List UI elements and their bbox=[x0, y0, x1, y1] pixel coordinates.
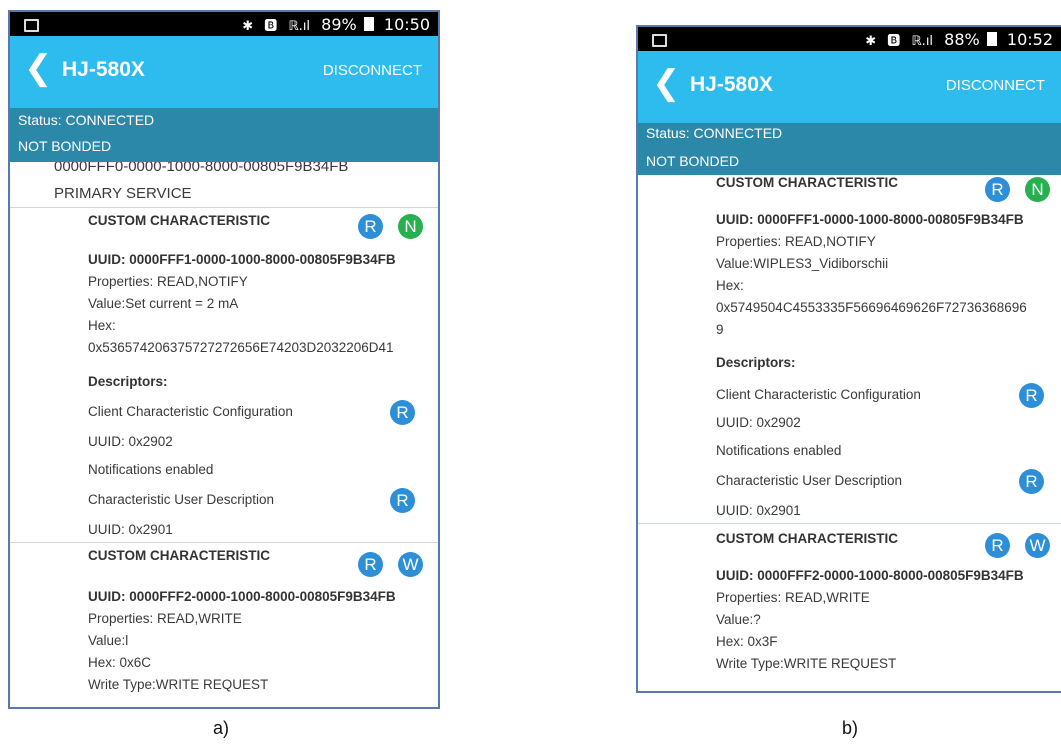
characteristic-uuid: UUID: 0000FFF2-0000-1000-8000-00805F9B34… bbox=[88, 589, 396, 604]
characteristic-value: Value:l bbox=[88, 633, 129, 648]
bluetooth-icon: ✱ bbox=[242, 19, 254, 34]
characteristic-uuid: UUID: 0000FFF1-0000-1000-8000-00805F9B34… bbox=[716, 212, 1024, 227]
bond-status: NOT BONDED bbox=[646, 153, 740, 169]
descriptor-uuid: UUID: 0x2901 bbox=[88, 522, 173, 537]
connection-status-box: Status: CONNECTED NOT BONDED bbox=[638, 123, 1061, 175]
characteristic-hex: 0x5749504C4553335F56696469626F7273636869… bbox=[716, 300, 1027, 315]
divider bbox=[10, 207, 438, 208]
services-list[interactable]: 0000FFF0-0000-1000-8000-00805F9B34FB PRI… bbox=[10, 162, 438, 707]
descriptor-uuid: UUID: 0x2901 bbox=[716, 503, 801, 518]
battery-icon bbox=[363, 17, 374, 31]
descriptor-note: Notifications enabled bbox=[716, 443, 842, 458]
characteristic-value: Value:WIPLES3_Vidiborschii bbox=[716, 256, 889, 271]
characteristic-value: Value:Set current = 2 mA bbox=[88, 296, 239, 311]
characteristic-hex: Hex: 0x3F bbox=[716, 634, 778, 649]
descriptor-uuid: UUID: 0x2902 bbox=[88, 434, 173, 449]
bluetooth-icon: ✱ bbox=[865, 34, 877, 49]
battery-icon bbox=[986, 32, 997, 46]
bond-status: NOT BONDED bbox=[18, 138, 112, 154]
app-bar: ❮ HJ-580X DISCONNECT bbox=[10, 36, 438, 108]
disconnect-button[interactable]: DISCONNECT bbox=[323, 62, 422, 79]
read-badge-icon[interactable]: R bbox=[390, 488, 415, 513]
characteristic-name: CUSTOM CHARACTERISTIC bbox=[88, 213, 270, 228]
read-badge-icon[interactable]: R bbox=[358, 214, 383, 239]
characteristic-uuid: UUID: 0000FFF1-0000-1000-8000-00805F9B34… bbox=[88, 252, 396, 267]
connection-status: Status: CONNECTED bbox=[646, 125, 783, 141]
descriptors-heading: Descriptors: bbox=[88, 374, 168, 389]
write-badge-icon[interactable]: W bbox=[1025, 533, 1050, 558]
characteristic-properties: Properties: READ,NOTIFY bbox=[88, 274, 248, 289]
connection-status-box: Status: CONNECTED NOT BONDED bbox=[10, 108, 438, 162]
device-title: HJ-580X bbox=[62, 58, 145, 81]
characteristic-properties: Properties: READ,WRITE bbox=[716, 590, 870, 605]
characteristic-name: CUSTOM CHARACTERISTIC bbox=[716, 175, 898, 190]
write-type: Write Type:WRITE REQUEST bbox=[716, 656, 897, 671]
services-list[interactable]: CUSTOM CHARACTERISTIC R N UUID: 0000FFF1… bbox=[638, 175, 1061, 691]
phone-panel-a: ✱ 🅱 ℝ.ıl 89% 10:50 ❮ HJ-580X DISCONNECT … bbox=[8, 10, 440, 709]
service-uuid: 0000FFF0-0000-1000-8000-00805F9B34FB bbox=[54, 162, 349, 175]
phone-panel-b: ✱ 🅱 ℝ.ıl 88% 10:52 ❮ HJ-580X DISCONNECT … bbox=[636, 25, 1061, 693]
descriptor-name: Client Characteristic Configuration bbox=[88, 404, 293, 419]
descriptor-name: Characteristic User Description bbox=[88, 492, 275, 507]
hex-label: Hex: bbox=[88, 318, 116, 333]
descriptor-name: Characteristic User Description bbox=[716, 473, 903, 488]
service-type: PRIMARY SERVICE bbox=[54, 185, 192, 202]
back-arrow-icon[interactable]: ❮ bbox=[24, 48, 53, 88]
clock: 10:50 bbox=[383, 15, 430, 34]
screenshot-notification-icon bbox=[24, 19, 39, 32]
connection-status: Status: CONNECTED bbox=[18, 112, 155, 128]
battery-percent: 89% bbox=[321, 15, 357, 34]
characteristic-properties: Properties: READ,WRITE bbox=[88, 611, 242, 626]
disconnect-button[interactable]: DISCONNECT bbox=[946, 77, 1045, 94]
characteristic-properties: Properties: READ,NOTIFY bbox=[716, 234, 876, 249]
caption-b: b) bbox=[842, 718, 859, 738]
signal-icon: ℝ.ıl bbox=[288, 19, 311, 34]
android-status-bar: ✱ 🅱 ℝ.ıl 88% 10:52 bbox=[638, 27, 1061, 51]
back-arrow-icon[interactable]: ❮ bbox=[652, 63, 681, 103]
read-badge-icon[interactable]: R bbox=[390, 400, 415, 425]
device-title: HJ-580X bbox=[690, 73, 773, 96]
notify-badge-icon[interactable]: N bbox=[1025, 177, 1050, 202]
write-type: Write Type:WRITE REQUEST bbox=[88, 677, 269, 692]
characteristic-name: CUSTOM CHARACTERISTIC bbox=[716, 531, 898, 546]
read-badge-icon[interactable]: R bbox=[1019, 469, 1044, 494]
divider bbox=[10, 542, 438, 543]
status-bar-right: ✱ 🅱 ℝ.ıl 89% 10:50 bbox=[242, 15, 430, 34]
read-badge-icon[interactable]: R bbox=[1019, 383, 1044, 408]
characteristic-hex-cont: 9 bbox=[716, 322, 724, 337]
hex-label: Hex: bbox=[716, 278, 744, 293]
battery-percent: 88% bbox=[944, 30, 980, 49]
descriptors-heading: Descriptors: bbox=[716, 355, 796, 370]
sim-icon: 🅱 bbox=[264, 19, 278, 34]
characteristic-hex: Hex: 0x6C bbox=[88, 655, 152, 670]
screenshot-notification-icon bbox=[652, 34, 667, 47]
characteristic-uuid: UUID: 0000FFF2-0000-1000-8000-00805F9B34… bbox=[716, 568, 1024, 583]
caption-a: a) bbox=[213, 718, 230, 738]
write-badge-icon[interactable]: W bbox=[398, 552, 423, 577]
descriptor-name: Client Characteristic Configuration bbox=[716, 387, 921, 402]
sim-icon: 🅱 bbox=[887, 34, 901, 49]
status-bar-right: ✱ 🅱 ℝ.ıl 88% 10:52 bbox=[865, 30, 1053, 49]
read-badge-icon[interactable]: R bbox=[985, 533, 1010, 558]
clock: 10:52 bbox=[1006, 30, 1053, 49]
signal-icon: ℝ.ıl bbox=[911, 34, 934, 49]
characteristic-name: CUSTOM CHARACTERISTIC bbox=[88, 548, 270, 563]
characteristic-value: Value:? bbox=[716, 612, 761, 627]
read-badge-icon[interactable]: R bbox=[358, 552, 383, 577]
characteristic-hex: 0x536574206375727272656E74203D2032206D41 bbox=[88, 340, 394, 355]
notify-badge-icon[interactable]: N bbox=[398, 214, 423, 239]
divider bbox=[638, 523, 1061, 524]
android-status-bar: ✱ 🅱 ℝ.ıl 89% 10:50 bbox=[10, 12, 438, 36]
app-bar: ❮ HJ-580X DISCONNECT bbox=[638, 51, 1061, 123]
read-badge-icon[interactable]: R bbox=[985, 177, 1010, 202]
descriptor-note: Notifications enabled bbox=[88, 462, 214, 477]
descriptor-uuid: UUID: 0x2902 bbox=[716, 415, 801, 430]
